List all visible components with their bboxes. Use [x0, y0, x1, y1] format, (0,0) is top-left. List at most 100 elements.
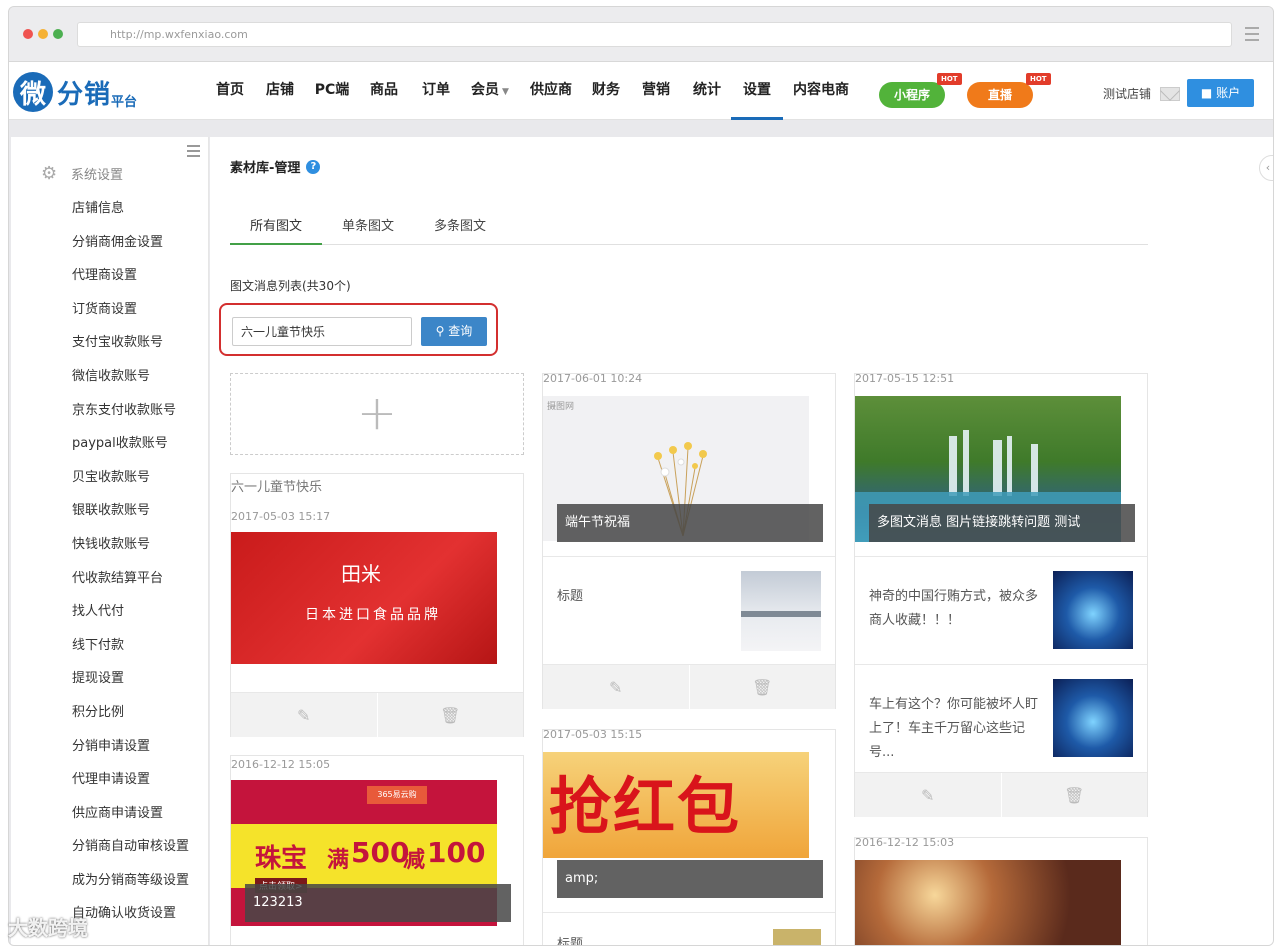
chevron-left-icon[interactable]: ‹ — [1259, 155, 1273, 181]
nav-home[interactable]: 首页 — [207, 62, 253, 120]
nav-marketing[interactable]: 营销 — [629, 62, 683, 120]
live-button[interactable]: 直播 — [967, 82, 1033, 108]
mini-program-button[interactable]: 小程序 — [879, 82, 945, 108]
nav-finance[interactable]: 财务 — [583, 62, 629, 120]
image-text: 抢红包 — [549, 770, 742, 843]
sidebar-item[interactable]: 代理商设置 — [72, 266, 189, 300]
sidebar-item[interactable]: 京东支付收款账号 — [72, 401, 189, 435]
sidebar-item[interactable]: 微信收款账号 — [72, 367, 189, 401]
search-button[interactable]: ⚲ 查询 — [421, 317, 487, 346]
close-window-button[interactable] — [23, 29, 33, 39]
sidebar-item[interactable]: 线下付款 — [72, 636, 189, 670]
nav-products[interactable]: 商品 — [357, 62, 411, 120]
minimize-window-button[interactable] — [38, 29, 48, 39]
card-actions: ✎ 🗑 — [231, 692, 523, 737]
sidebar-item[interactable]: 提现设置 — [72, 669, 189, 703]
sidebar-item[interactable]: 供应商申请设置 — [72, 804, 189, 838]
address-bar[interactable]: http://mp.wxfenxiao.com — [77, 22, 1232, 47]
nav-pc[interactable]: PC端 — [307, 62, 357, 120]
image-text-num1: 500 — [351, 836, 410, 869]
sidebar-item[interactable]: 成为分销商等级设置 — [72, 871, 189, 905]
logo-mark: 微 — [13, 72, 53, 112]
account-button[interactable]: ■ 账户 — [1187, 79, 1254, 107]
tab-multi[interactable]: 多条图文 — [414, 215, 506, 245]
sidebar-item[interactable]: 积分比例 — [72, 703, 189, 737]
mail-icon[interactable] — [1160, 87, 1180, 101]
nav-members[interactable]: 会员 ▼ — [461, 62, 519, 120]
app-header: 微 分销 平台 首页 店铺 PC端 商品 订单 会员 ▼ 供应商 财务 营销 统计… — [9, 62, 1273, 120]
browser-menu-icon[interactable] — [1245, 27, 1259, 45]
sub-item-title: 神奇的中国行贿方式，被众多商人收藏！！！ — [869, 589, 1039, 628]
nav-store[interactable]: 店铺 — [253, 62, 307, 120]
page-title: 素材库-管理 ? — [230, 157, 321, 176]
logo[interactable]: 微 分销 平台 — [13, 69, 137, 115]
browser-toolbar: http://mp.wxfenxiao.com — [9, 7, 1273, 62]
account-label: 账户 — [1216, 86, 1241, 100]
card-actions: ✎ 🗑 — [855, 772, 1147, 817]
sidebar-item[interactable]: 分销申请设置 — [72, 737, 189, 771]
sidebar-item[interactable]: paypal收款账号 — [72, 434, 189, 468]
trash-icon[interactable]: 🗑 — [376, 693, 524, 737]
nav-members-label: 会员 — [471, 82, 500, 98]
trash-icon[interactable]: 🗑 — [688, 665, 836, 709]
nav-settings[interactable]: 设置 — [731, 62, 783, 120]
add-material-card[interactable]: + — [230, 373, 524, 455]
card-date: 2016-12-12 15:05 — [231, 758, 331, 771]
material-card: 2017-05-03 15:15 抢红包 amp; 标题 — [542, 728, 836, 945]
pencil-icon[interactable]: ✎ — [231, 693, 377, 737]
watermark: 大数跨境 — [8, 916, 88, 940]
sidebar-item[interactable]: 代理申请设置 — [72, 770, 189, 804]
sub-item-thumbnail — [741, 571, 821, 651]
user-icon: ■ — [1200, 86, 1213, 100]
help-icon[interactable]: ? — [306, 159, 321, 174]
maximize-window-button[interactable] — [53, 29, 63, 39]
nav-suppliers[interactable]: 供应商 — [519, 62, 583, 120]
tab-all[interactable]: 所有图文 — [230, 215, 323, 245]
nav-orders[interactable]: 订单 — [411, 62, 461, 120]
sidebar-item[interactable]: 银联收款账号 — [72, 501, 189, 535]
nav-stats[interactable]: 统计 — [683, 62, 731, 120]
card-date: 2016-12-12 15:03 — [855, 836, 955, 849]
sub-item-thumbnail — [773, 929, 821, 945]
card-sub-item[interactable]: 车上有这个？你可能被坏人盯上了！车主千万留心这些记号... — [855, 664, 1147, 772]
sidebar-item[interactable]: 快钱收款账号 — [72, 535, 189, 569]
logo-sub: 平台 — [111, 94, 138, 110]
nav-content-commerce[interactable]: 内容电商 — [783, 62, 859, 120]
sidebar-item[interactable]: 贝宝收款账号 — [72, 468, 189, 502]
card-cover-image: 抢红包 — [543, 752, 809, 858]
search-highlight: ⚲ 查询 — [219, 303, 498, 356]
material-card: 2016-12-12 15:03 — [854, 836, 1148, 945]
sidebar-item[interactable]: 支付宝收款账号 — [72, 333, 189, 367]
search-button-label: 查询 — [448, 324, 473, 338]
sidebar-item[interactable]: 找人代付 — [72, 602, 189, 636]
search-icon: ⚲ — [435, 324, 445, 338]
sidebar-item[interactable]: 代收款结算平台 — [72, 569, 189, 603]
search-input[interactable] — [232, 317, 412, 346]
card-cover-image: 田米 日本进口食品品牌 — [231, 532, 497, 664]
store-name[interactable]: 测试店铺 — [1103, 85, 1151, 102]
sidebar-toggle-icon[interactable] — [187, 145, 200, 160]
sidebar-item[interactable]: 自动确认收货设置 — [72, 904, 189, 938]
card-sub-item[interactable]: 标题 — [543, 556, 835, 664]
pencil-icon[interactable]: ✎ — [855, 773, 1001, 817]
sidebar-item[interactable]: 分销商自动审核设置 — [72, 837, 189, 871]
card-cover-image — [855, 860, 1121, 945]
card-sub-item[interactable]: 神奇的中国行贿方式，被众多商人收藏！！！ — [855, 556, 1147, 664]
browser-window: http://mp.wxfenxiao.com 微 分销 平台 首页 店铺 PC… — [8, 6, 1274, 946]
card-date: 2017-05-03 15:17 — [231, 510, 331, 523]
card-date: 2017-05-15 12:51 — [855, 372, 955, 385]
sidebar-item[interactable]: 分销商佣金设置 — [72, 233, 189, 267]
trash-icon[interactable]: 🗑 — [1000, 773, 1148, 817]
sidebar-menu: 店铺信息 分销商佣金设置 代理商设置 订货商设置 支付宝收款账号 微信收款账号 … — [72, 199, 189, 938]
image-text-minus: 减 — [403, 848, 426, 873]
page-title-text: 素材库-管理 — [230, 161, 301, 176]
pencil-icon[interactable]: ✎ — [543, 665, 689, 709]
card-sub-item[interactable]: 标题 — [543, 912, 835, 945]
image-text-full: 满 — [327, 848, 350, 873]
sidebar-item[interactable]: 订货商设置 — [72, 300, 189, 334]
sub-item-title: 标题 — [557, 589, 584, 604]
sidebar-item[interactable]: 店铺信息 — [72, 199, 189, 233]
card-actions: ✎ 🗑 — [543, 664, 835, 709]
tab-single[interactable]: 单条图文 — [322, 215, 414, 245]
card-overlay-title: 123213 — [245, 884, 511, 922]
